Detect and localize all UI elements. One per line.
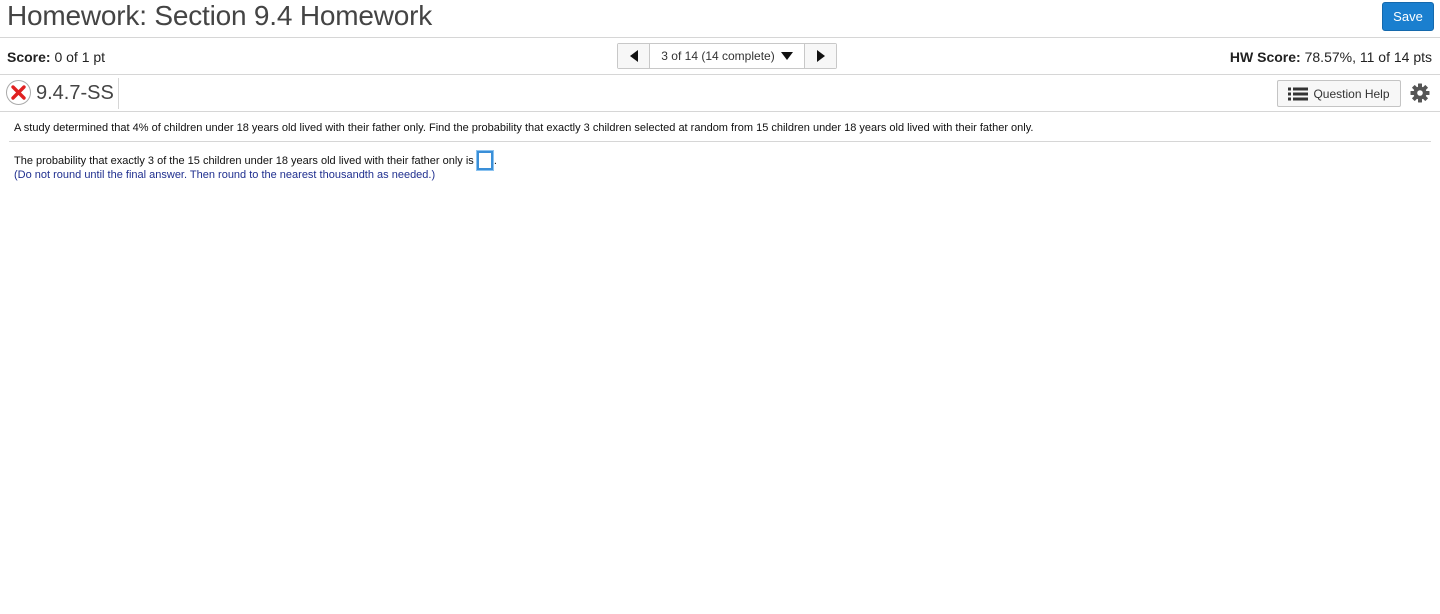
previous-question-button[interactable] [618,44,650,68]
question-bar: 9.4.7-SS Question Help [0,75,1440,112]
score-value: 0 of 1 pt [54,49,106,65]
hw-score-label: HW Score: [1229,49,1301,65]
triangle-right-icon [816,50,825,62]
x-mark-icon [11,85,26,100]
answer-suffix: . [493,154,497,167]
question-navigator: 3 of 14 (14 complete) [617,43,837,69]
next-question-button[interactable] [804,44,836,68]
score-bar: Score: 0 of 1 pt 3 of 14 (14 complete) H… [0,38,1440,75]
save-button[interactable]: Save [1382,2,1434,31]
question-help-label: Question Help [1313,86,1390,101]
homework-score: HW Score: 78.57%, 11 of 14 pts [1230,49,1432,65]
incorrect-x-icon [6,80,31,105]
question-score: Score: 0 of 1 pt [7,49,105,65]
list-icon [1288,87,1309,100]
score-label: Score: [7,49,51,65]
title-bar: Homework: Section 9.4 Homework Save [0,0,1440,38]
question-id: 9.4.7-SS [36,82,114,104]
gear-icon[interactable] [1410,83,1430,103]
hw-score-value: 78.57%, 11 of 14 pts [1304,49,1432,65]
answer-prompt: The probability that exactly 3 of the 15… [14,154,474,167]
triangle-down-icon [780,52,793,60]
divider [118,78,119,109]
problem-statement: A study determined that 4% of children u… [14,122,1034,134]
triangle-left-icon [629,50,638,62]
rounding-instruction: (Do not round until the final answer. Th… [14,169,436,181]
question-selector-text: 3 of 14 (14 complete) [661,49,775,63]
question-selector-dropdown[interactable]: 3 of 14 (14 complete) [650,44,804,68]
question-help-button[interactable]: Question Help [1277,80,1401,107]
answer-input[interactable] [475,150,494,171]
page-title: Homework: Section 9.4 Homework [7,0,433,31]
divider [9,141,1431,142]
answer-line: The probability that exactly 3 of the 15… [14,150,497,171]
